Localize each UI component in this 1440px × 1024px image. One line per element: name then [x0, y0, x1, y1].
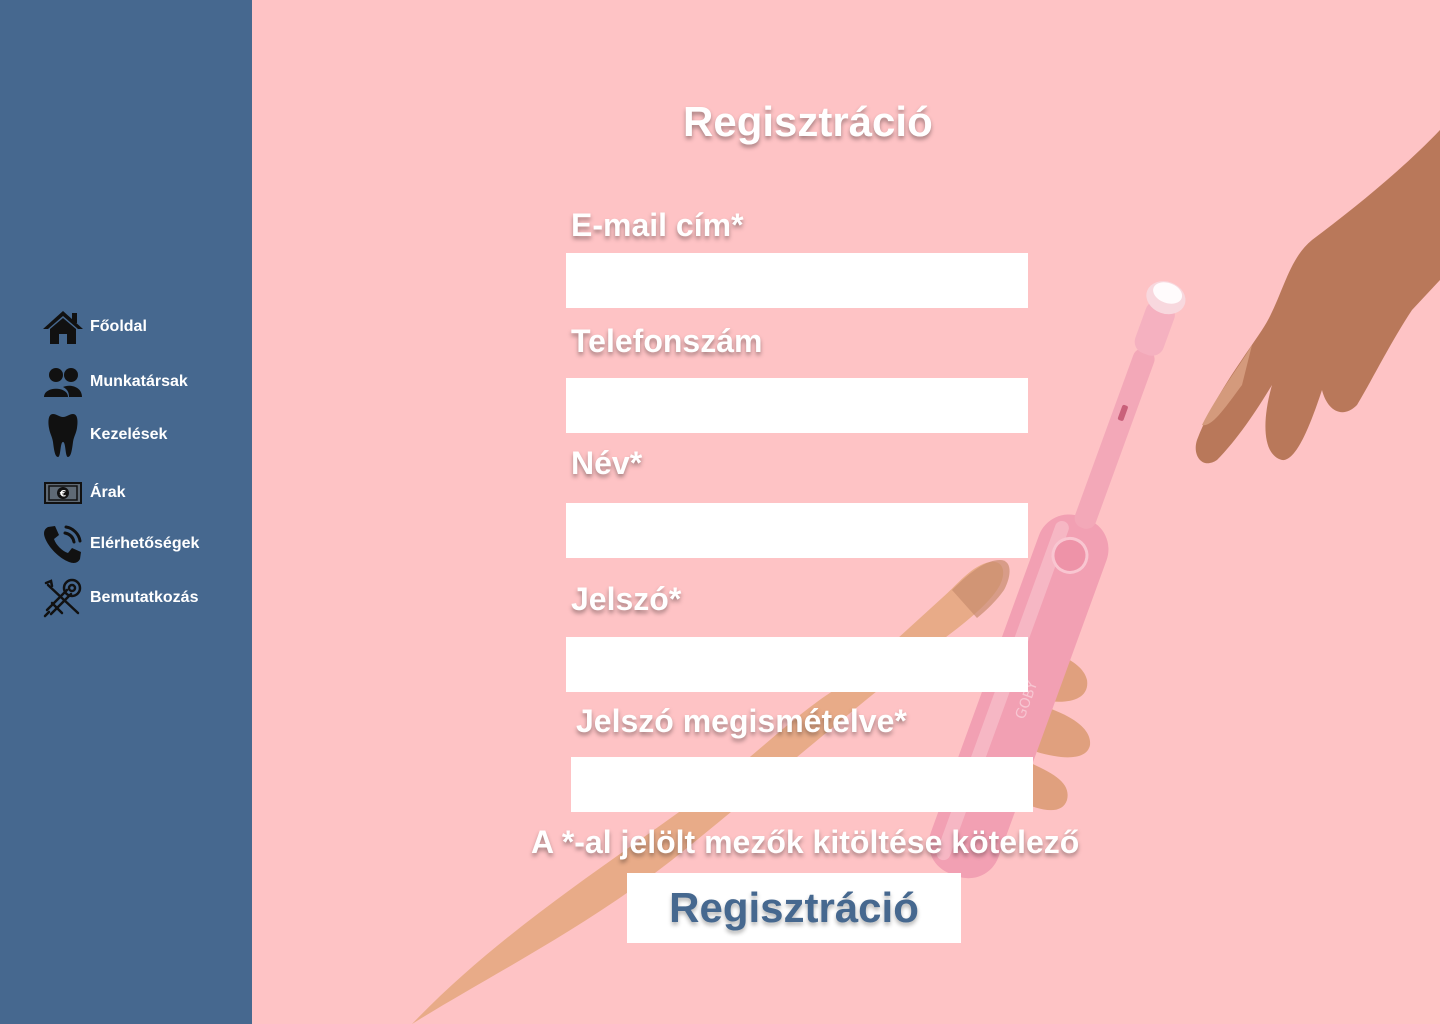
sidebar-item-treatments[interactable]: Kezelések [42, 411, 167, 459]
password-repeat-label: Jelszó megismételve* [576, 703, 907, 739]
sidebar-item-about[interactable]: Bemutatkozás [42, 577, 198, 619]
email-field[interactable] [566, 253, 1028, 308]
sidebar-item-label: Elérhetőségek [90, 535, 200, 552]
password-label: Jelszó* [571, 581, 682, 617]
register-button[interactable]: Regisztráció [627, 873, 961, 943]
sidebar-item-staff[interactable]: Munkatársak [42, 361, 188, 403]
registration-page: GOBY Regisztráció E-mail cím* Telefonszá… [252, 0, 1440, 1024]
page-title: Regisztráció [683, 98, 933, 145]
phone-field[interactable] [566, 378, 1028, 433]
sidebar-item-home[interactable]: Főoldal [42, 306, 147, 348]
phone-label: Telefonszám [571, 323, 763, 359]
phone-icon [42, 523, 84, 565]
password-field[interactable] [566, 637, 1028, 692]
email-label: E-mail cím* [571, 207, 744, 243]
sidebar-item-prices[interactable]: € Árak [42, 478, 126, 508]
svg-text:€: € [59, 490, 66, 500]
password-repeat-field[interactable] [571, 757, 1033, 812]
sidebar-item-label: Árak [90, 484, 126, 501]
sidebar-item-label: Kezelések [90, 426, 168, 443]
tooth-icon [42, 411, 84, 459]
sidebar: Főoldal Munkatársak Kezelések € Árak Elé… [0, 0, 252, 1024]
sidebar-item-label: Főoldal [90, 318, 147, 335]
tools-icon [42, 577, 84, 619]
home-icon [42, 306, 84, 348]
sidebar-item-contact[interactable]: Elérhetőségek [42, 523, 199, 565]
name-field[interactable] [566, 503, 1028, 558]
name-label: Név* [571, 445, 643, 481]
euro-banknote-icon: € [42, 478, 84, 508]
sidebar-item-label: Munkatársak [90, 373, 188, 390]
sidebar-item-label: Bemutatkozás [90, 589, 199, 606]
users-icon [42, 361, 84, 403]
required-note: A *-al jelölt mezők kitöltése kötelező [531, 824, 1080, 860]
